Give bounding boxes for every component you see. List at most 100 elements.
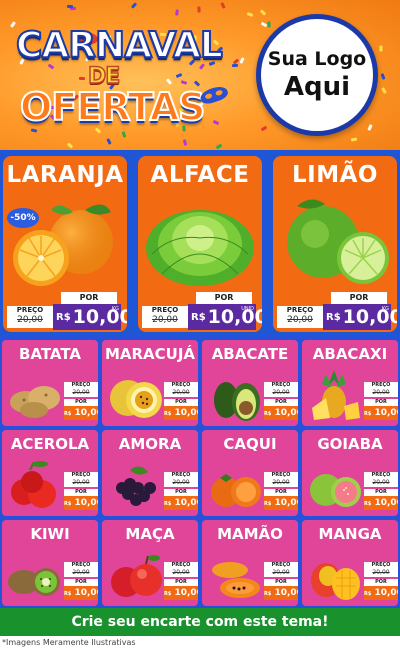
currency: R$ (164, 501, 172, 507)
product-card-manga[interactable]: MANGA PREÇO20,00PORR$ 10,00 (302, 520, 398, 606)
price-label: PREÇO (364, 562, 398, 569)
price-tag: PREÇO20,00PORR$ 10,00 (264, 562, 298, 606)
product-name: LARANJA (6, 162, 124, 188)
blackberry-icon (116, 466, 156, 506)
new-price-box: R$ 10,00 (64, 496, 98, 510)
product-name: ABACATE (211, 345, 289, 363)
currency: R$ (191, 311, 206, 323)
pineapple-icon (312, 370, 360, 420)
price-label: PREÇO (264, 562, 298, 569)
confetti-piece (239, 56, 245, 64)
product-name: ALFACE (150, 162, 250, 188)
featured-products-row: LARANJA -50% POR PREÇO 20,00 R$ 10,00 KG… (0, 150, 400, 336)
new-price-box: R$ 10,00 (364, 406, 398, 420)
currency: R$ (264, 501, 272, 507)
product-name: MANGA (318, 525, 382, 543)
old-price: 20,00 (364, 479, 398, 487)
lime-icon (287, 199, 389, 284)
confetti-piece (267, 21, 271, 28)
price-tag: POR PREÇO 20,00 R$ 10,00 KG (277, 292, 397, 330)
product-card-batata[interactable]: BATATAPREÇO20,00PORR$ 10,00 (2, 340, 98, 426)
products-grid: BATATAPREÇO20,00PORR$ 10,00MARACUJÁPREÇO… (0, 336, 400, 608)
product-card-abacaxi[interactable]: ABACAXIPREÇO20,00PORR$ 10,00 (302, 340, 398, 426)
price-tag: PREÇO20,00PORR$ 10,00 (364, 562, 398, 606)
product-name: MAMÃO (217, 525, 283, 543)
currency: R$ (364, 411, 372, 417)
old-price: 20,00 (64, 479, 98, 487)
new-price-box: R$ 10,00 (53, 304, 127, 330)
price-label: PREÇO (164, 562, 198, 569)
new-price-box: R$ 10,00 (264, 496, 298, 510)
new-price-box: R$ 10,00 (64, 586, 98, 600)
por-label: POR (64, 399, 98, 406)
price-tag: PREÇO20,00PORR$ 10,00 (64, 562, 98, 606)
product-card-alface[interactable]: ALFACE POR PREÇO 20,00 R$ 10,00 UNID (138, 156, 262, 332)
price-label: PREÇO (64, 562, 98, 569)
product-card-maracujá[interactable]: MARACUJÁPREÇO20,00PORR$ 10,00 (102, 340, 198, 426)
currency: R$ (364, 591, 372, 597)
old-price: 20,00 (264, 389, 298, 397)
product-name: GOIABA (317, 435, 383, 453)
old-price: 20,00 (17, 315, 43, 325)
confetti-piece (196, 6, 201, 13)
product-card-laranja[interactable]: LARANJA -50% POR PREÇO 20,00 R$ 10,00 KG (3, 156, 127, 332)
confetti-piece (231, 64, 239, 68)
product-card-abacate[interactable]: ABACATEPREÇO20,00PORR$ 10,00 (202, 340, 298, 426)
por-label: POR (364, 399, 398, 406)
new-price-box: R$ 10,00 (64, 406, 98, 420)
confetti-piece (9, 20, 16, 28)
por-label: POR (64, 579, 98, 586)
product-card-limao[interactable]: LIMÃO POR PREÇO 20,00 R$ 10,00 KG (273, 156, 397, 332)
old-price-box: PREÇO 20,00 (277, 306, 323, 328)
price-tag: PREÇO20,00PORR$ 10,00 (364, 472, 398, 516)
avocado-icon (214, 382, 260, 421)
new-price-box: R$ 10,00 (323, 304, 397, 330)
product-name: MAÇA (125, 525, 175, 543)
price-label: PREÇO (264, 472, 298, 479)
disclaimer-text: *Imagens Meramente Ilustrativas (2, 638, 136, 647)
confetti-piece (260, 21, 268, 27)
cta-banner[interactable]: Crie seu encarte com este tema! (0, 608, 400, 636)
confetti-piece (246, 11, 254, 17)
passionfruit-icon (110, 380, 162, 418)
old-price: 20,00 (364, 569, 398, 577)
header-banner: CARNAVAL DE OFERTAS Sua Logo Aqui (0, 0, 400, 150)
new-price-box: R$ 10,00 (364, 496, 398, 510)
product-card-mamão[interactable]: MAMÃO PREÇO20,00PORR$ 10,00 (202, 520, 298, 606)
new-price-box: R$ 10,00 (164, 496, 198, 510)
price-label: PREÇO (164, 472, 198, 479)
logo-text-line-2: Aqui (283, 72, 351, 102)
confetti-piece (67, 142, 74, 149)
product-card-maça[interactable]: MAÇAPREÇO20,00PORR$ 10,00 (102, 520, 198, 606)
logo-text-line-1: Sua Logo (267, 48, 367, 70)
por-label: POR (164, 489, 198, 496)
product-card-kiwi[interactable]: KIWIPREÇO20,00PORR$ 10,00 (2, 520, 98, 606)
confetti-piece (260, 9, 267, 16)
new-price: 10,00 (74, 408, 98, 418)
confetti-piece (182, 139, 187, 146)
confetti-piece (380, 73, 386, 80)
product-card-goiaba[interactable]: GOIABA PREÇO20,00PORR$ 10,00 (302, 430, 398, 516)
por-label: POR (61, 292, 117, 304)
new-price-box: R$ 10,00 (264, 586, 298, 600)
old-price: 20,00 (164, 389, 198, 397)
logo-placeholder[interactable]: Sua Logo Aqui (256, 14, 378, 136)
new-price: 10,00 (174, 408, 198, 418)
product-card-caqui[interactable]: CAQUIPREÇO20,00PORR$ 10,00 (202, 430, 298, 516)
old-price: 20,00 (287, 315, 313, 325)
guava-icon (310, 474, 361, 507)
confetti-piece (219, 1, 226, 9)
price-label: PREÇO (286, 306, 314, 314)
product-card-amora[interactable]: AMORAPREÇO20,00PORR$ 10,00 (102, 430, 198, 516)
product-card-acerola[interactable]: ACEROLAPREÇO20,00PORR$ 10,00 (2, 430, 98, 516)
confetti-piece (381, 87, 387, 94)
new-price: 10,00 (74, 588, 98, 598)
currency: R$ (64, 501, 72, 507)
price-tag: PREÇO20,00PORR$ 10,00 (164, 382, 198, 426)
price-label: PREÇO (64, 382, 98, 389)
por-label: POR (64, 489, 98, 496)
papaya-icon (212, 562, 260, 598)
confetti-piece (215, 143, 223, 149)
new-price: 10,00 (174, 498, 198, 508)
currency: R$ (64, 591, 72, 597)
